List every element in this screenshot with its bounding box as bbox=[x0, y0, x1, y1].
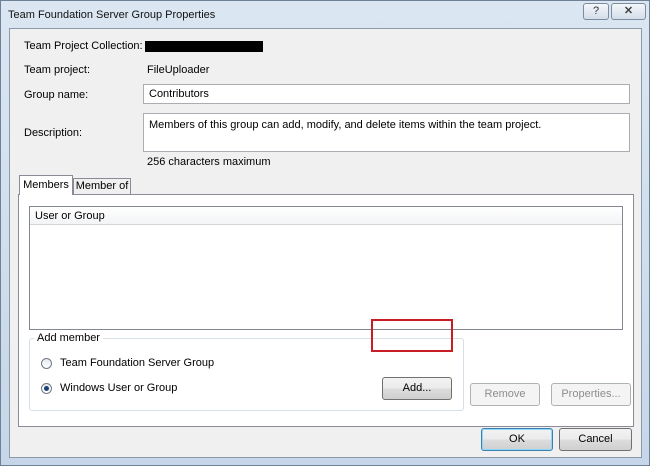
project-label: Team project: bbox=[24, 64, 91, 76]
collection-value-redacted bbox=[145, 41, 263, 52]
description-field[interactable]: Members of this group can add, modify, a… bbox=[143, 113, 630, 152]
group-name-label: Group name: bbox=[24, 89, 89, 101]
char-limit-note: 256 characters maximum bbox=[147, 156, 271, 168]
collection-label: Team Project Collection: bbox=[24, 40, 143, 52]
project-value: FileUploader bbox=[147, 64, 210, 76]
add-member-title: Add member bbox=[34, 332, 103, 344]
description-label: Description: bbox=[24, 127, 83, 139]
ok-button[interactable]: OK bbox=[481, 428, 553, 451]
remove-button[interactable]: Remove bbox=[470, 383, 540, 406]
window-title: Team Foundation Server Group Properties bbox=[8, 9, 216, 21]
radio-windows-user-label[interactable]: Windows User or Group bbox=[60, 382, 177, 394]
title-bar[interactable]: Team Foundation Server Group Properties … bbox=[1, 1, 649, 29]
properties-button[interactable]: Properties... bbox=[551, 383, 631, 406]
cancel-button[interactable]: Cancel bbox=[559, 428, 632, 451]
close-button[interactable]: ✕ bbox=[611, 3, 646, 20]
radio-windows-user[interactable] bbox=[41, 383, 52, 394]
radio-tfs-group-label[interactable]: Team Foundation Server Group bbox=[60, 357, 214, 369]
group-name-field[interactable]: Contributors bbox=[143, 84, 630, 104]
help-button[interactable]: ? bbox=[583, 3, 609, 20]
add-button-highlight bbox=[371, 319, 453, 352]
column-header-user-or-group[interactable]: User or Group bbox=[30, 207, 622, 225]
members-tab-panel: User or Group Add member Team Foundation… bbox=[18, 194, 634, 427]
dialog-content: Team Project Collection: Team project: F… bbox=[9, 28, 642, 458]
radio-tfs-group[interactable] bbox=[41, 358, 52, 369]
members-list[interactable]: User or Group bbox=[29, 206, 623, 330]
tab-member-of[interactable]: Member of bbox=[73, 178, 131, 194]
dialog-window: Team Foundation Server Group Properties … bbox=[0, 0, 650, 466]
tab-members[interactable]: Members bbox=[19, 175, 73, 195]
add-button[interactable]: Add... bbox=[382, 377, 452, 400]
